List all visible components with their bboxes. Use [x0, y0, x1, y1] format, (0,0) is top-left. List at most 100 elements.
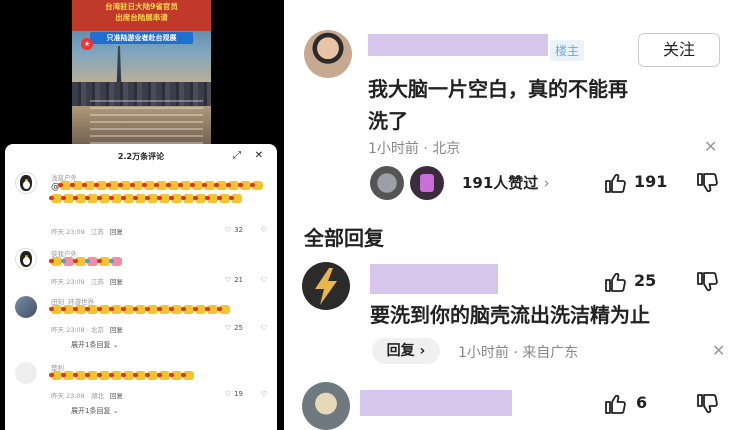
- comment-meta: 1小时前 · 北京: [368, 141, 461, 157]
- lightning-icon: [315, 268, 337, 305]
- video-headline-2: 出席台陆展串请: [115, 13, 168, 22]
- thumbs-up-icon[interactable]: [604, 270, 628, 294]
- reply-text: 要洗到你的脑壳流出洗洁精为止: [370, 303, 650, 327]
- comment-meta: 昨天 23:08 北京 回复: [51, 324, 129, 334]
- dismiss-icon[interactable]: ✕: [712, 341, 725, 360]
- avatar[interactable]: [15, 248, 37, 270]
- comment-sheet: 2.2万条评论 ⤢ ✕ 浅蓝户外 @ 昨天 23:09 江苏 回复 ♡ 32 ♡ 侠我…: [5, 144, 277, 430]
- reply-meta: 1小时前 · 来自广东: [458, 345, 579, 361]
- video-banner: 只准陆游业者赴台观展: [90, 32, 193, 44]
- comment-text-line-2: 洗了: [368, 109, 408, 133]
- right-screenshot: 楼主 关注 我大脑一片空白，真的不能再 洗了 1小时前 · 北京 ✕ 191人赞…: [284, 0, 750, 430]
- liker-avatar[interactable]: [410, 166, 444, 200]
- author-name-redacted: [360, 390, 512, 416]
- expand-replies-label: 展开1条回复: [71, 407, 111, 415]
- comment-time: 昨天 23:08: [51, 326, 85, 334]
- comment-item: 浅蓝户外 @ 昨天 23:09 江苏 回复 ♡ 32 ♡: [15, 172, 271, 254]
- thumbs-down-icon[interactable]: [696, 171, 720, 195]
- like-count: 21: [234, 276, 243, 284]
- heart-icon: ♡: [224, 226, 232, 234]
- emoji-row: [49, 371, 195, 382]
- comment-location: 北京: [432, 141, 461, 157]
- like-count: 32: [234, 226, 243, 234]
- avatar[interactable]: [302, 262, 350, 310]
- comment-location: 江苏: [90, 278, 104, 286]
- like-button[interactable]: ♡ 32: [225, 226, 243, 234]
- reply-button[interactable]: 回复: [110, 326, 123, 334]
- thumbs-down-icon[interactable]: [696, 392, 720, 416]
- video-thumbnail[interactable]: 台湾驻日大陆9省官员 出席台陆展串请 只准陆游业者赴台观展 ★: [72, 0, 211, 150]
- comment-location: 北京: [90, 326, 104, 334]
- liker-avatar[interactable]: [370, 166, 404, 200]
- heart-icon: ♡: [224, 276, 232, 284]
- comment-body: @: [49, 181, 273, 206]
- like-count: 6: [636, 393, 648, 412]
- left-screenshot: 台湾驻日大陆9省官员 出席台陆展串请 只准陆游业者赴台观展 ★ 2.2万条评论 …: [0, 0, 284, 430]
- like-count: 191: [634, 172, 668, 191]
- chevron-down-icon: ⌄: [112, 341, 119, 349]
- chevron-down-icon: ⌄: [112, 407, 119, 415]
- like-count: 25: [634, 271, 657, 290]
- avatar[interactable]: [302, 382, 350, 430]
- heart-icon: ♡: [224, 324, 232, 332]
- dismiss-icon[interactable]: ✕: [704, 137, 717, 156]
- comment-time: 1小时前: [368, 141, 419, 157]
- reply-button[interactable]: 回复: [110, 392, 123, 400]
- close-icon[interactable]: ✕: [255, 150, 263, 161]
- clap-emoji-icon: [181, 371, 194, 380]
- author-name-redacted: [370, 264, 498, 294]
- reply-location: 来自广东: [522, 345, 579, 361]
- thumbs-up-icon[interactable]: [604, 392, 628, 416]
- all-replies-title: 全部回复: [304, 226, 384, 250]
- emoji-row: [49, 181, 264, 205]
- reply-button[interactable]: 回复: [110, 228, 123, 236]
- comment-item: 侠我户外 昨天 23:09 江苏 回复 ♡ 21 ♡: [15, 248, 271, 293]
- expand-replies-label: 展开1条回复: [71, 341, 111, 349]
- avatar[interactable]: [15, 172, 37, 194]
- thumbs-down-icon[interactable]: [696, 270, 720, 294]
- comment-time: 昨天 23:09: [51, 278, 85, 286]
- comment-time: 昨天 23:09: [51, 228, 85, 236]
- expand-icon[interactable]: ⤢: [233, 150, 241, 161]
- clap-emoji-icon: [250, 181, 263, 190]
- emoji-row: [49, 257, 123, 268]
- comment-meta: 昨天 23:09 江苏 回复: [51, 226, 129, 236]
- expand-replies-button[interactable]: 展开1条回复 ⌄: [71, 340, 119, 350]
- comment-meta: 昨天 23:09 江苏 回复: [51, 276, 129, 286]
- expand-replies-button[interactable]: 展开1条回复 ⌄: [71, 406, 119, 416]
- op-badge: 楼主: [550, 40, 585, 61]
- dislike-icon[interactable]: ♡: [261, 390, 267, 398]
- emoji-row: [49, 305, 231, 316]
- chevron-right-icon: ›: [543, 174, 550, 192]
- likes-summary[interactable]: 191人赞过 ›: [462, 172, 550, 193]
- comment-item: 田刻 环游世界 昨天 23:08 北京 回复 ♡ 25 ♡ 展开1条回复 ⌄: [15, 296, 271, 358]
- clap-emoji-icon: [229, 193, 242, 203]
- reply-button[interactable]: 回复 ›: [372, 338, 440, 364]
- like-count: 25: [234, 324, 243, 332]
- dislike-icon[interactable]: ♡: [261, 324, 267, 332]
- comment-body: [49, 257, 273, 270]
- like-button[interactable]: ♡ 25: [225, 324, 243, 332]
- avatar[interactable]: [304, 30, 352, 78]
- dislike-icon[interactable]: ♡: [261, 226, 267, 234]
- channel-logo-icon: ★: [81, 38, 93, 50]
- comment-body: [49, 305, 273, 318]
- heart-icon: ♡: [224, 390, 232, 398]
- comment-time: 昨天 23:08: [51, 392, 85, 400]
- comment-item: 楚利 昨天 23:08 湖北 回复 ♡ 19 ♡ 展开1条回复 ⌄: [15, 362, 271, 430]
- video-headline-1: 台湾驻日大陆9省官员: [105, 2, 178, 11]
- clap-emoji-icon: [109, 257, 122, 266]
- follow-button[interactable]: 关注: [638, 33, 720, 67]
- likes-summary-label: 191人赞过: [462, 174, 539, 192]
- like-count: 19: [234, 390, 243, 398]
- dislike-icon[interactable]: ♡: [261, 276, 267, 284]
- comment-location: 江苏: [90, 228, 104, 236]
- thumbs-up-icon[interactable]: [604, 171, 628, 195]
- like-button[interactable]: ♡ 21: [225, 276, 243, 284]
- like-button[interactable]: ♡ 19: [225, 390, 243, 398]
- reply-button[interactable]: 回复: [110, 278, 123, 286]
- clap-emoji-icon: [217, 305, 230, 314]
- author-name-redacted: [368, 34, 548, 56]
- avatar[interactable]: [15, 296, 37, 318]
- avatar[interactable]: [15, 362, 37, 384]
